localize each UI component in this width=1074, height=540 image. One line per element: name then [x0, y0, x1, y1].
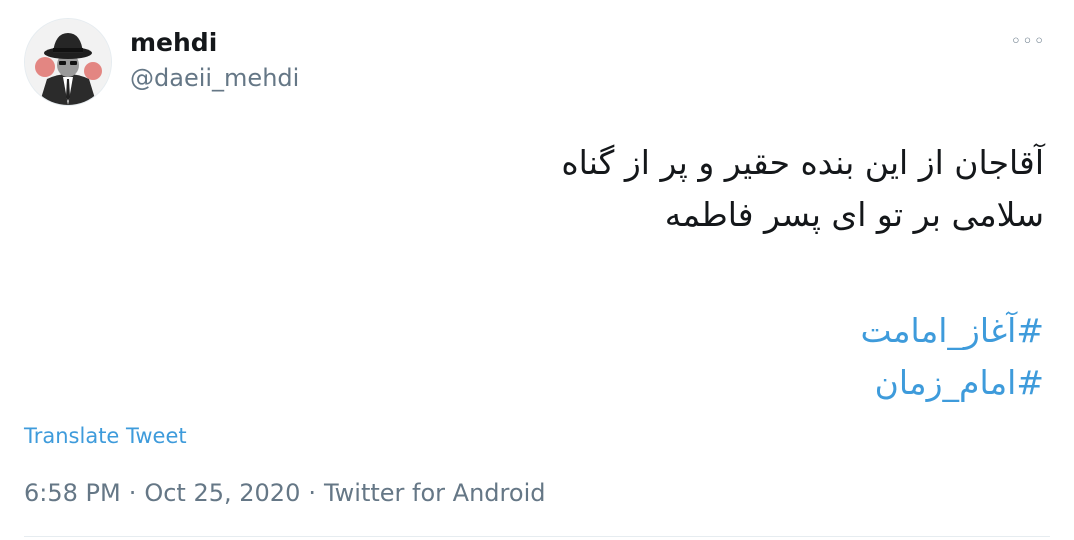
- tweet-text-line: سلامی بر تو ای پسر فاطمه: [664, 195, 1044, 234]
- tweet-text: آقاجان از این بنده حقیر و پر از گناه سلا…: [44, 137, 1044, 241]
- avatar[interactable]: [24, 18, 112, 106]
- translate-tweet-link[interactable]: Translate Tweet: [24, 422, 187, 450]
- tweet-time[interactable]: 6:58 PM: [24, 479, 121, 507]
- tweet-metadata: 6:58 PM · Oct 25, 2020 · Twitter for Android: [24, 478, 545, 508]
- hat-man-avatar-icon: [25, 19, 111, 105]
- author-handle[interactable]: @daeii_mehdi: [130, 63, 299, 93]
- more-icon: ◦◦◦: [1010, 31, 1046, 52]
- hashtag-link[interactable]: #آغاز_امامت: [44, 305, 1044, 357]
- tweet-source-link[interactable]: Twitter for Android: [324, 479, 545, 507]
- hashtag-link[interactable]: #امام_زمان: [44, 357, 1044, 409]
- author-display-name[interactable]: mehdi: [130, 28, 217, 58]
- tweet-text-line: آقاجان از این بنده حقیر و پر از گناه: [561, 143, 1044, 182]
- tweet-date[interactable]: Oct 25, 2020: [144, 479, 300, 507]
- hashtag-list: #آغاز_امامت #امام_زمان: [44, 305, 1044, 409]
- more-options-button[interactable]: ◦◦◦: [1010, 30, 1046, 54]
- tweet-card: mehdi @daeii_mehdi ◦◦◦ آقاجان از این بند…: [0, 0, 1074, 540]
- divider: [24, 536, 1050, 537]
- meta-separator: ·: [308, 479, 316, 507]
- meta-separator: ·: [128, 479, 137, 507]
